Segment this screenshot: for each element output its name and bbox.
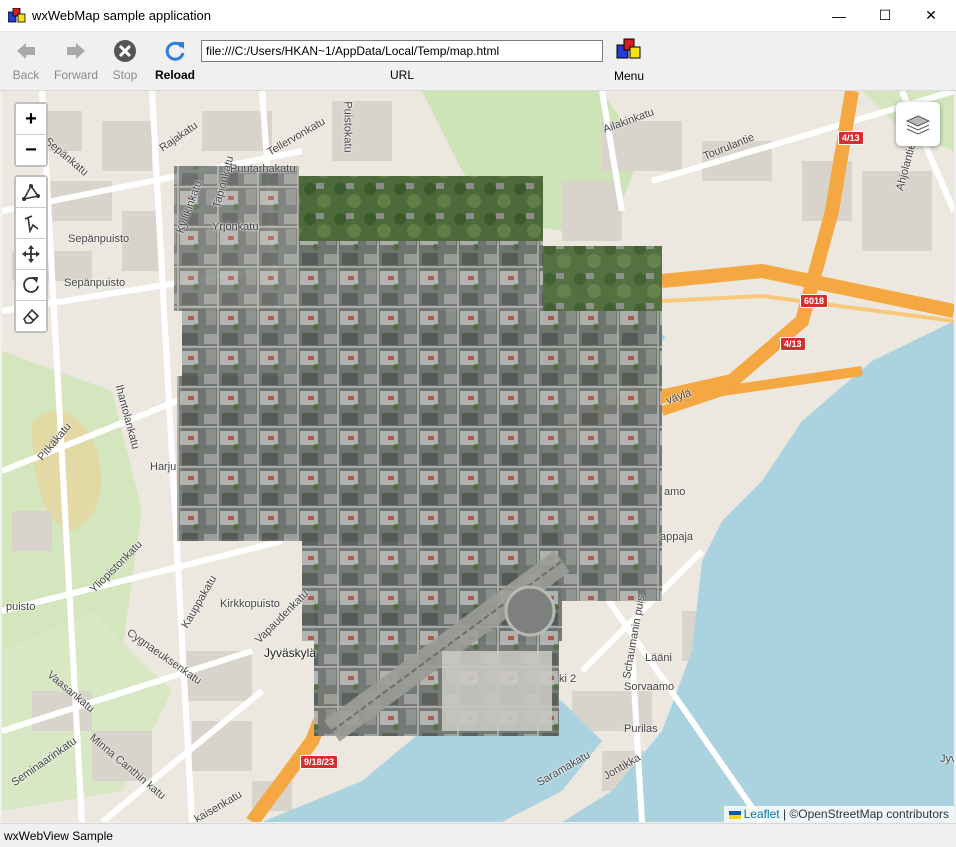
- polyline-draw-icon: [22, 184, 40, 201]
- leaflet-link[interactable]: Leaflet: [744, 807, 780, 821]
- street-label: Sorvaamo: [624, 681, 675, 693]
- street-label: amo: [664, 486, 686, 498]
- reload-icon: [165, 41, 185, 61]
- window-title: wxWebMap sample application: [32, 8, 211, 23]
- menu-button[interactable]: Menu: [605, 38, 653, 83]
- place-label: Jyv: [940, 753, 954, 765]
- menu-app-icon: [616, 38, 641, 59]
- street-label: Yrjönkatu: [212, 221, 259, 233]
- street-label: Puutarhakatu: [230, 163, 296, 175]
- url-label: URL: [389, 68, 414, 82]
- title-bar: wxWebMap sample application — ☐ ✕: [0, 0, 956, 32]
- maximize-icon: ☐: [878, 7, 892, 23]
- forward-button[interactable]: Forward: [50, 38, 102, 82]
- street-label: Puistokatu: [341, 101, 354, 153]
- zoom-control: + −: [14, 102, 48, 167]
- road-shield: 4/13: [780, 337, 806, 351]
- url-input[interactable]: [201, 40, 603, 62]
- erase-button[interactable]: [16, 301, 46, 331]
- draw-toolbar: [14, 175, 48, 333]
- pointer-edit-icon: [24, 215, 39, 233]
- menu-label: Menu: [613, 69, 645, 83]
- city-label: Jyväskylä: [264, 646, 317, 660]
- back-button[interactable]: Back: [0, 38, 52, 82]
- map-attribution: Leaflet | ©OpenStreetMap contributors: [723, 806, 954, 822]
- map-view[interactable]: Sepänkatu Rajakatu Puistokatu Puutarhaka…: [2, 91, 954, 822]
- reload-button[interactable]: Reload: [149, 38, 201, 82]
- rotate-icon: [23, 277, 39, 293]
- street-label: appaja: [660, 531, 694, 543]
- app-icon: [8, 8, 26, 23]
- status-text: wxWebView Sample: [4, 829, 113, 843]
- move-icon: [22, 245, 40, 263]
- street-label: ki 2: [559, 673, 577, 685]
- road-shield: 6018: [800, 294, 829, 308]
- eraser-icon: [23, 308, 40, 324]
- park-label: Sepänpuisto: [64, 277, 126, 289]
- forward-label: Forward: [53, 68, 98, 82]
- stop-icon: [114, 40, 136, 62]
- stop-button[interactable]: Stop: [99, 38, 151, 82]
- back-arrow-icon: [17, 43, 35, 59]
- forward-arrow-icon: [67, 43, 85, 59]
- zoom-in-button[interactable]: +: [16, 104, 46, 135]
- minimize-icon: —: [832, 7, 846, 24]
- ukraine-flag-icon: [728, 810, 741, 819]
- street-label: Lääni: [645, 652, 672, 664]
- layers-control[interactable]: [896, 102, 940, 146]
- park-label: Kirkkopuisto: [220, 598, 280, 610]
- minimize-button[interactable]: —: [816, 0, 862, 31]
- status-bar: wxWebView Sample: [0, 823, 956, 847]
- edit-button[interactable]: [16, 208, 46, 239]
- reload-label: Reload: [154, 68, 195, 82]
- park-label: puisto: [6, 601, 36, 613]
- road-shield: 4/13: [838, 131, 864, 145]
- attribution-text: | ©OpenStreetMap contributors: [782, 807, 949, 821]
- close-button[interactable]: ✕: [908, 0, 954, 31]
- polyline-draw-button[interactable]: [16, 177, 46, 208]
- maximize-button[interactable]: ☐: [862, 0, 908, 31]
- road-shield: 9/18/23: [300, 755, 339, 769]
- place-label: Harju: [150, 461, 177, 473]
- close-icon: ✕: [925, 7, 937, 23]
- street-label: Purilas: [624, 723, 658, 735]
- map-base-tiles: [2, 91, 954, 822]
- move-button[interactable]: [16, 239, 46, 270]
- rotate-button[interactable]: [16, 270, 46, 301]
- zoom-out-button[interactable]: −: [16, 135, 46, 165]
- stop-label: Stop: [112, 68, 138, 82]
- layers-icon: [905, 115, 931, 135]
- park-label: Sepänpuisto: [68, 233, 130, 245]
- back-label: Back: [12, 68, 40, 82]
